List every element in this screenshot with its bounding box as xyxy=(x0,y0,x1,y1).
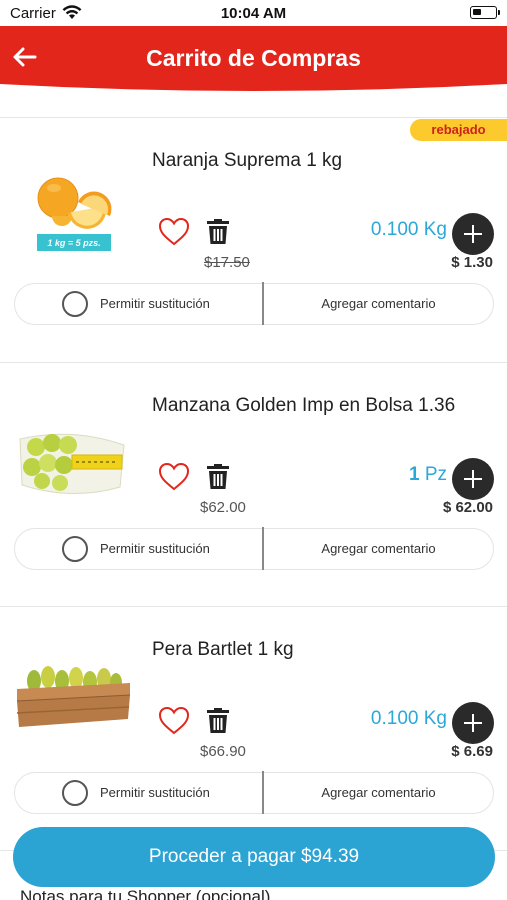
add-comment-button[interactable]: Agregar comentario xyxy=(264,773,493,813)
item-options: Permitir sustitución Agregar comentario xyxy=(14,771,494,814)
cart-item: Manzana Golden Imp en Bolsa 1.36 $62.00 … xyxy=(0,365,507,570)
divider xyxy=(0,117,507,118)
image-caption: 1 kg = 5 pzs. xyxy=(47,238,100,248)
quantity-display: 1 Pz xyxy=(408,464,447,485)
clock: 10:04 AM xyxy=(220,5,287,22)
increase-quantity-button[interactable] xyxy=(452,458,494,500)
unit-price: $66.90 xyxy=(200,743,246,760)
divider xyxy=(0,362,507,363)
shopper-notes-label: Notas para tu Shopper (opcional) xyxy=(20,887,271,900)
heart-icon[interactable] xyxy=(158,217,190,247)
checkout-button[interactable]: Proceder a pagar $94.39 xyxy=(13,827,495,887)
heart-icon[interactable] xyxy=(158,462,190,492)
unit-price: $17.50 xyxy=(204,254,250,271)
product-image-pear-crate xyxy=(12,655,132,747)
trash-icon[interactable] xyxy=(205,706,231,734)
divider xyxy=(0,606,507,607)
page-title: Carrito de Compras xyxy=(146,45,361,71)
increase-quantity-button[interactable] xyxy=(452,702,494,744)
line-total: $ 62.00 xyxy=(442,499,493,516)
product-name: Manzana Golden Imp en Bolsa 1.36 xyxy=(152,395,456,416)
line-total: $ 1.30 xyxy=(451,254,493,271)
radio-button[interactable] xyxy=(62,291,88,317)
item-options: Permitir sustitución Agregar comentario xyxy=(14,527,494,570)
quantity-display: 0.100 Kg xyxy=(370,219,447,240)
product-name: Naranja Suprema 1 kg xyxy=(152,150,343,171)
allow-substitution-toggle[interactable]: Permitir sustitución xyxy=(15,529,262,569)
status-bar: Carrier 10:04 AM xyxy=(0,0,507,26)
heart-icon[interactable] xyxy=(158,706,190,736)
unit-price: $62.00 xyxy=(200,499,246,516)
cart-item: Pera Bartlet 1 kg $66.90 0.100 Kg $ 6.69… xyxy=(0,609,507,814)
allow-substitution-toggle[interactable]: Permitir sustitución xyxy=(15,773,262,813)
product-image-orange: 1 kg = 5 pzs. xyxy=(12,172,132,264)
battery-icon xyxy=(470,6,500,19)
add-comment-button[interactable]: Agregar comentario xyxy=(264,284,493,324)
product-image-apple-bag xyxy=(12,417,132,509)
discount-badge: rebajado xyxy=(410,119,507,141)
allow-substitution-toggle[interactable]: Permitir sustitución xyxy=(15,284,262,324)
item-options: Permitir sustitución Agregar comentario xyxy=(14,282,494,325)
trash-icon[interactable] xyxy=(205,217,231,245)
quantity-display: 0.100 Kg xyxy=(370,708,447,729)
trash-icon[interactable] xyxy=(205,462,231,490)
cart-item: Naranja Suprema 1 kg 1 kg = 5 pzs. $17.5… xyxy=(0,120,507,325)
product-name: Pera Bartlet 1 kg xyxy=(152,639,294,660)
radio-button[interactable] xyxy=(62,536,88,562)
increase-quantity-button[interactable] xyxy=(452,213,494,255)
line-total: $ 6.69 xyxy=(451,743,493,760)
header-bar: Carrito de Compras xyxy=(0,26,507,92)
add-comment-button[interactable]: Agregar comentario xyxy=(264,529,493,569)
radio-button[interactable] xyxy=(62,780,88,806)
